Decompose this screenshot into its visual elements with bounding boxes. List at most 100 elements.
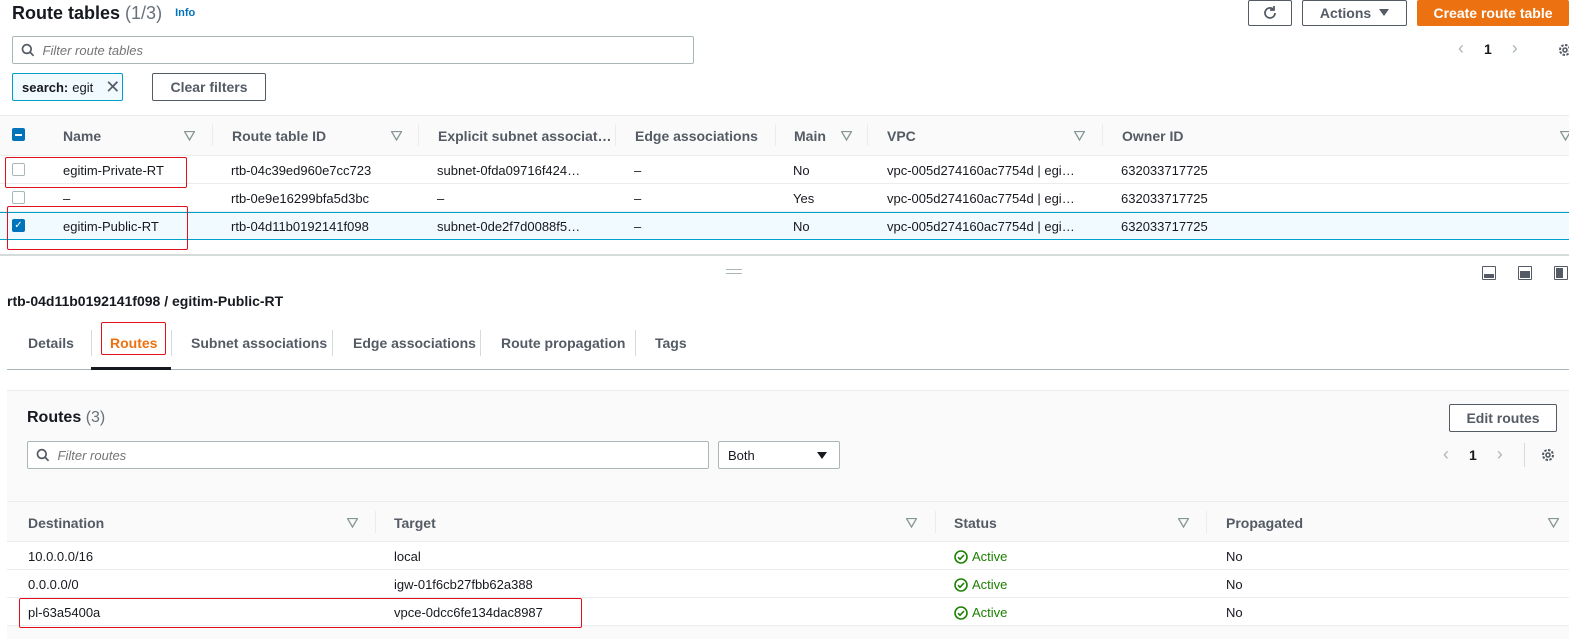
gear-icon[interactable] (1557, 42, 1569, 58)
info-link[interactable]: Info (175, 7, 195, 19)
owner-id-value: 632033717725 (1121, 191, 1208, 206)
route-status: Active (954, 549, 1007, 564)
column-separator[interactable] (1102, 124, 1103, 146)
edge-associations-value: – (634, 163, 642, 178)
route-destination-link[interactable]: pl-63a5400a (28, 605, 100, 620)
chevron-right-icon[interactable]: › (1497, 444, 1503, 465)
column-header-main[interactable]: Main (794, 128, 826, 144)
column-header-edge-associations[interactable]: Edge associations (635, 128, 758, 144)
create-route-table-button[interactable]: Create route table (1417, 0, 1569, 26)
route-propagated: No (1226, 577, 1243, 592)
subnet-link[interactable]: subnet-0de2f7d0088f5… (437, 219, 580, 234)
gear-icon[interactable] (1540, 447, 1556, 463)
clear-filters-button[interactable]: Clear filters (152, 73, 266, 101)
row-checkbox[interactable] (12, 163, 25, 176)
tab-routes[interactable]: Routes (110, 335, 157, 351)
tab-edge-associations[interactable]: Edge associations (353, 335, 476, 351)
sort-icon[interactable] (347, 518, 358, 528)
filter-route-tables-search[interactable] (12, 36, 694, 64)
vpc-link[interactable]: vpc-005d274160ac7754d | egi… (887, 163, 1075, 178)
column-separator[interactable] (1206, 511, 1207, 533)
route-target-link[interactable]: igw-01f6cb27fbb62a388 (394, 577, 533, 592)
status-check-icon (954, 605, 968, 620)
column-separator[interactable] (212, 124, 213, 146)
column-separator[interactable] (375, 511, 376, 533)
layout-side-icon[interactable] (1554, 266, 1568, 280)
page-title-text: Route tables (12, 3, 121, 23)
column-header-route-table-id[interactable]: Route table ID (232, 128, 326, 144)
subnet-link[interactable]: subnet-0fda09716f424… (437, 163, 580, 178)
page-number[interactable]: 1 (1484, 41, 1492, 57)
sort-icon[interactable] (1560, 131, 1569, 141)
status-check-icon (954, 577, 968, 592)
route-table-id-link[interactable]: rtb-04c39ed960e7cc723 (231, 163, 371, 178)
route-status: Active (954, 605, 1007, 620)
sort-icon[interactable] (1548, 518, 1559, 528)
close-icon[interactable]: ✕ (105, 78, 120, 96)
sort-icon[interactable] (184, 131, 195, 141)
chevron-left-icon[interactable]: ‹ (1443, 444, 1449, 465)
layout-bottom-large-icon[interactable] (1518, 266, 1532, 280)
main-value: No (793, 163, 810, 178)
routes-title: Routes (3) (27, 409, 105, 427)
column-header-vpc[interactable]: VPC (887, 128, 916, 144)
routes-page-number[interactable]: 1 (1469, 447, 1477, 463)
sort-icon[interactable] (906, 518, 917, 528)
vpc-link[interactable]: vpc-005d274160ac7754d | egi… (887, 219, 1075, 234)
actions-button[interactable]: Actions (1302, 0, 1407, 26)
active-tab-indicator (91, 367, 171, 370)
select-all-checkbox[interactable] (12, 128, 25, 141)
route-status-text: Active (972, 605, 1008, 620)
sort-icon[interactable] (841, 131, 852, 141)
chevron-left-icon[interactable]: ‹ (1458, 38, 1464, 59)
routes-search-input[interactable] (57, 447, 708, 463)
tab-separator (171, 330, 172, 356)
layout-bottom-small-icon[interactable] (1482, 266, 1496, 280)
resize-handle-icon[interactable] (726, 269, 742, 274)
tab-subnet-associations[interactable]: Subnet associations (191, 335, 327, 351)
column-header-name[interactable]: Name (63, 128, 101, 144)
tab-separator (480, 330, 481, 356)
caret-down-icon (1379, 9, 1390, 16)
row-checkbox[interactable] (12, 191, 25, 204)
column-header-subnet-associations[interactable]: Explicit subnet associat… (438, 128, 612, 144)
filter-routes-search[interactable] (27, 441, 709, 469)
column-header-target[interactable]: Target (394, 515, 436, 531)
tabs-baseline (7, 369, 1569, 370)
split-divider[interactable] (0, 254, 1569, 256)
route-destination: 0.0.0.0/0 (28, 577, 79, 592)
tab-route-propagation[interactable]: Route propagation (501, 335, 625, 351)
route-row (7, 570, 1569, 598)
vpc-link[interactable]: vpc-005d274160ac7754d | egi… (887, 191, 1075, 206)
column-header-propagated[interactable]: Propagated (1226, 515, 1303, 531)
column-separator[interactable] (935, 511, 936, 533)
row-checkbox-checked[interactable]: ✓ (12, 219, 25, 232)
search-input[interactable] (42, 42, 693, 58)
selection-count: (1/3) (125, 3, 163, 23)
column-header-destination[interactable]: Destination (28, 515, 104, 531)
sort-icon[interactable] (1074, 131, 1085, 141)
route-type-select-value: Both (728, 447, 755, 463)
chevron-right-icon[interactable]: › (1512, 38, 1518, 59)
route-target-link[interactable]: vpce-0dcc6fe134dac8987 (394, 605, 543, 620)
subnet-value: – (437, 191, 445, 206)
edit-routes-button[interactable]: Edit routes (1449, 404, 1557, 432)
tab-details[interactable]: Details (28, 335, 74, 351)
column-separator[interactable] (775, 124, 776, 146)
sort-icon[interactable] (391, 131, 402, 141)
column-separator[interactable] (418, 124, 419, 146)
column-header-owner-id[interactable]: Owner ID (1122, 128, 1183, 144)
route-table-id-link[interactable]: rtb-04d11b0192141f098 (231, 219, 369, 234)
edge-associations-value: – (634, 191, 642, 206)
edit-routes-label: Edit routes (1466, 410, 1540, 426)
routes-count: (3) (85, 409, 106, 426)
refresh-button[interactable] (1248, 0, 1292, 26)
column-header-status[interactable]: Status (954, 515, 997, 531)
column-separator[interactable] (615, 124, 616, 146)
sort-icon[interactable] (1178, 518, 1189, 528)
route-table-id-link[interactable]: rtb-0e9e16299bfa5d3bc (231, 191, 369, 206)
route-type-select[interactable]: Both (718, 441, 840, 469)
tab-tags[interactable]: Tags (655, 335, 687, 351)
create-label: Create route table (1433, 5, 1553, 21)
column-separator[interactable] (867, 124, 868, 146)
